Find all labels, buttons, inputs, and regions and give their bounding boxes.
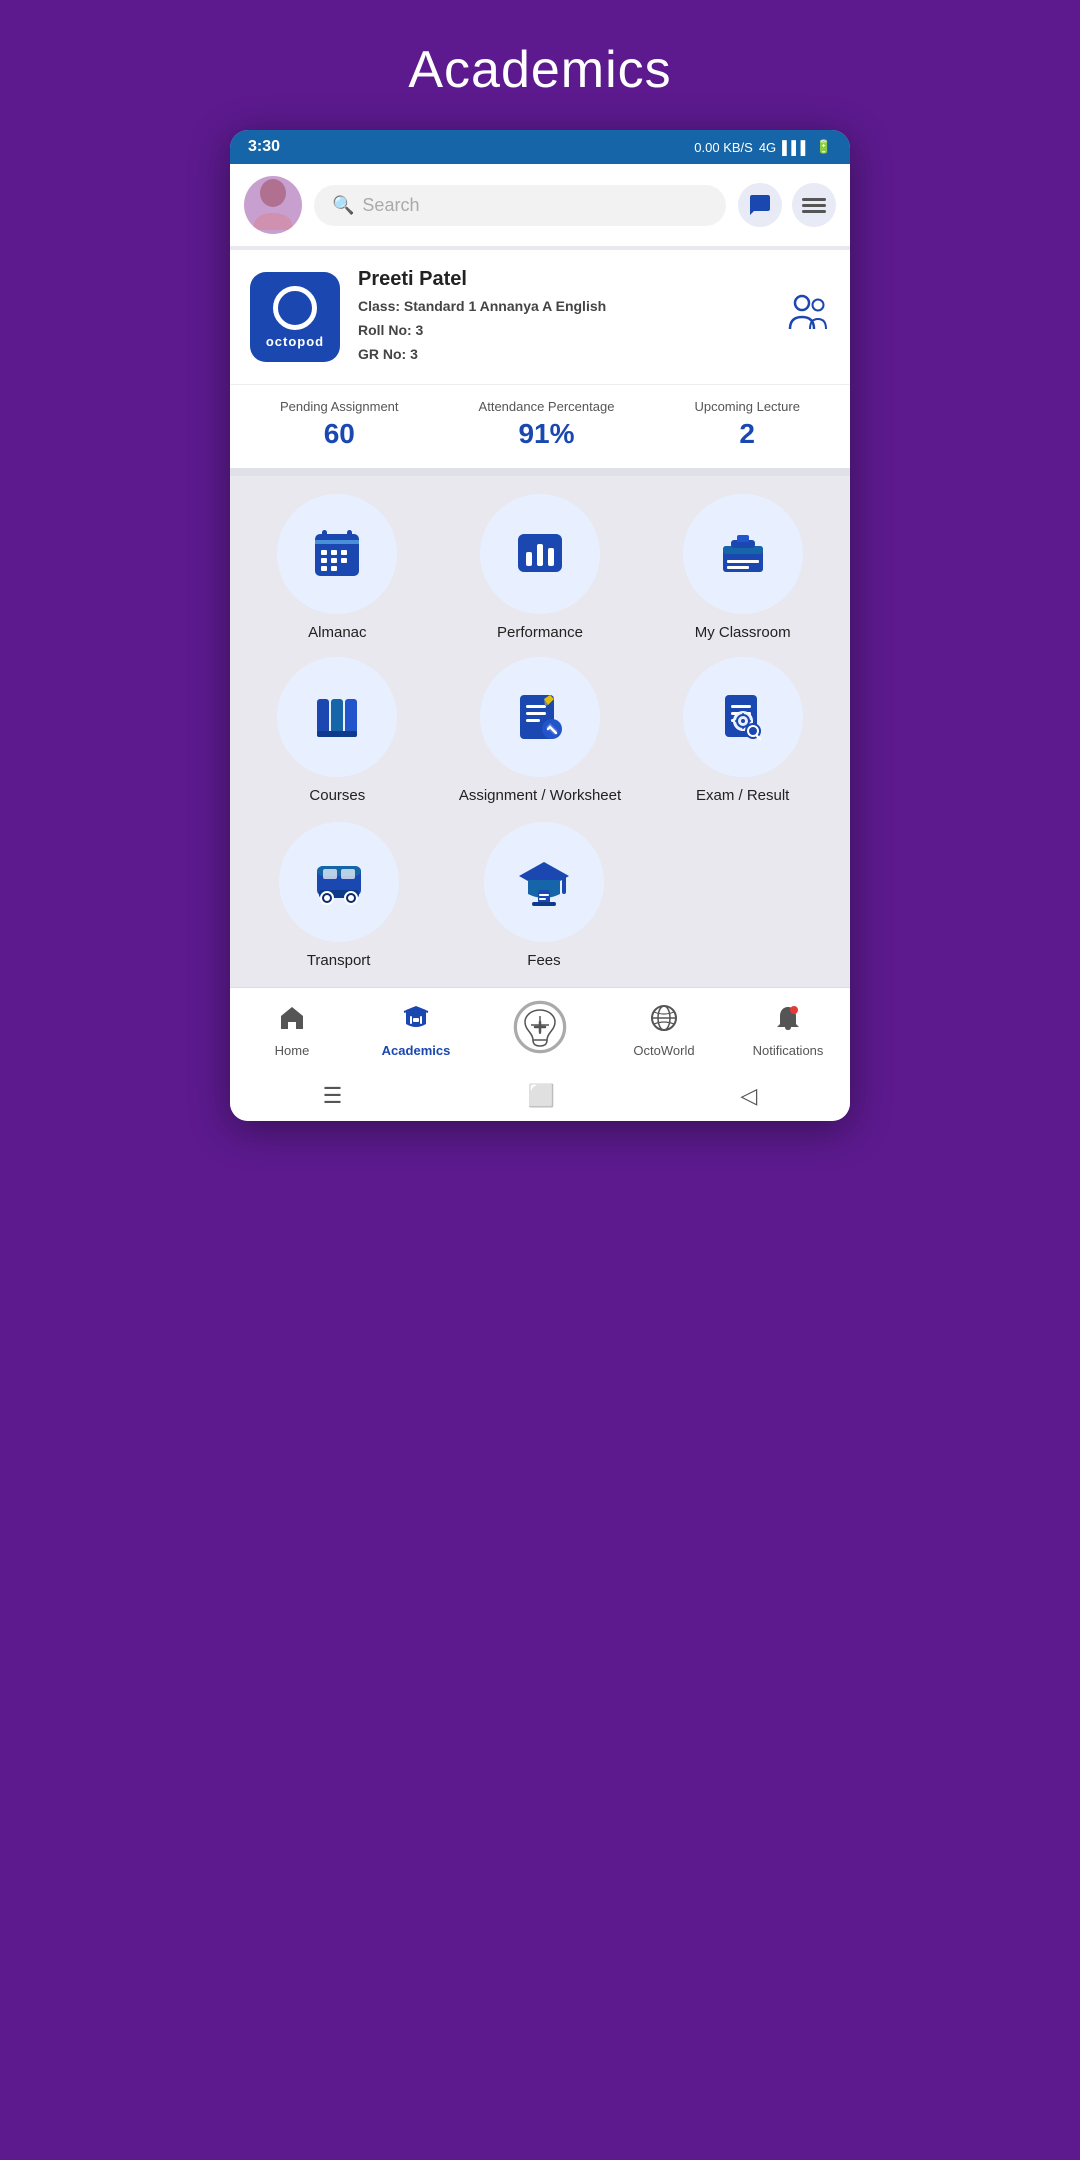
- stats-row: Pending Assignment 60 Attendance Percent…: [230, 384, 850, 468]
- nav-notifications-label: Notifications: [753, 1043, 824, 1058]
- profile-class: Class: Standard 1 Annanya A English: [358, 295, 768, 319]
- almanac-icon-circle: [277, 494, 397, 614]
- profile-info: Preeti Patel Class: Standard 1 Annanya A…: [358, 268, 768, 366]
- profile-roll: Roll No: 3: [358, 319, 768, 343]
- status-right: 0.00 KB/S 4G ▌▌▌ 🔋: [694, 139, 832, 155]
- profile-section: octopod Preeti Patel Class: Standard 1 A…: [230, 250, 850, 384]
- stat-pending-value: 60: [280, 418, 399, 450]
- gr-label: GR No:: [358, 346, 406, 362]
- almanac-label: Almanac: [308, 624, 366, 641]
- courses-icon-circle: [277, 657, 397, 777]
- octopod-circle-icon: [273, 286, 317, 330]
- octopod-label: octopod: [266, 334, 324, 349]
- battery-icon: 🔋: [816, 139, 832, 155]
- academics-icon: [402, 1004, 430, 1039]
- status-speed: 0.00 KB/S: [694, 140, 753, 155]
- stat-pending-label: Pending Assignment: [280, 399, 399, 414]
- performance-icon-circle: [480, 494, 600, 614]
- grid-item-almanac[interactable]: Almanac: [244, 494, 431, 641]
- class-label: Class:: [358, 298, 400, 314]
- assignment-icon-circle: [480, 657, 600, 777]
- status-network: 4G: [759, 140, 776, 155]
- grid-item-performance[interactable]: Performance: [447, 494, 634, 641]
- roll-value: 3: [416, 322, 424, 338]
- grid-item-assignment-worksheet[interactable]: Assignment / Worksheet: [447, 657, 634, 804]
- stat-attendance-value: 91%: [479, 418, 615, 450]
- grid-item-my-classroom[interactable]: My Classroom: [649, 494, 836, 641]
- transport-label: Transport: [307, 952, 371, 969]
- search-icon: 🔍: [332, 195, 354, 216]
- roll-label: Roll No:: [358, 322, 412, 338]
- grid-item-transport[interactable]: Transport: [244, 822, 433, 969]
- home-nav-icon[interactable]: ⬜: [528, 1083, 555, 1109]
- fees-label: Fees: [527, 952, 560, 969]
- phone-frame: 3:30 0.00 KB/S 4G ▌▌▌ 🔋 🔍 Search: [230, 130, 850, 1121]
- class-value: Standard 1 Annanya A English: [404, 298, 606, 314]
- nav-item-octoworld[interactable]: OctoWorld: [624, 1004, 704, 1058]
- top-icons: [738, 183, 836, 227]
- avatar[interactable]: [244, 176, 302, 234]
- fees-icon-circle: [484, 822, 604, 942]
- grid-item-exam-result[interactable]: Exam / Result: [649, 657, 836, 804]
- bottom-grid: Transport Fees: [230, 822, 850, 987]
- octoworld-plus-icon: [513, 1000, 567, 1061]
- grid-section: Almanac Performance: [230, 476, 850, 822]
- exam-result-icon-circle: [683, 657, 803, 777]
- menu-icon-button[interactable]: [792, 183, 836, 227]
- stat-upcoming-lecture: Upcoming Lecture 2: [694, 399, 800, 450]
- signal-icon: ▌▌▌: [782, 140, 810, 155]
- bottom-nav: Home Academics: [230, 987, 850, 1071]
- nav-academics-label: Academics: [382, 1043, 451, 1058]
- exam-result-label: Exam / Result: [696, 787, 789, 804]
- nav-octoworld-label: OctoWorld: [633, 1043, 694, 1058]
- status-bar: 3:30 0.00 KB/S 4G ▌▌▌ 🔋: [230, 130, 850, 164]
- divider: [230, 468, 850, 476]
- back-nav-icon[interactable]: ◁: [740, 1083, 757, 1109]
- grid-item-courses[interactable]: Courses: [244, 657, 431, 804]
- nav-item-academics[interactable]: Academics: [376, 1004, 456, 1058]
- grid-item-fees[interactable]: Fees: [449, 822, 638, 969]
- main-grid: Almanac Performance: [244, 494, 836, 804]
- nav-item-octoworld-plus[interactable]: [500, 1000, 580, 1061]
- my-classroom-label: My Classroom: [695, 624, 791, 641]
- status-time: 3:30: [248, 138, 280, 156]
- chat-icon-button[interactable]: [738, 183, 782, 227]
- nav-item-notifications[interactable]: Notifications: [748, 1004, 828, 1058]
- assignment-worksheet-label: Assignment / Worksheet: [459, 787, 621, 804]
- stat-lecture-label: Upcoming Lecture: [694, 399, 800, 414]
- gr-value: 3: [410, 346, 418, 362]
- profile-gr: GR No: 3: [358, 343, 768, 367]
- profile-name: Preeti Patel: [358, 268, 768, 291]
- notifications-icon: [774, 1004, 802, 1039]
- search-bar[interactable]: 🔍 Search: [314, 185, 726, 226]
- stat-attendance-label: Attendance Percentage: [479, 399, 615, 414]
- page-title: Academics: [408, 40, 671, 100]
- hamburger-nav-icon[interactable]: ☰: [323, 1083, 343, 1109]
- system-nav-bar: ☰ ⬜ ◁: [230, 1071, 850, 1121]
- nav-item-home[interactable]: Home: [252, 1004, 332, 1058]
- courses-label: Courses: [309, 787, 365, 804]
- search-placeholder: Search: [362, 195, 419, 216]
- stat-lecture-value: 2: [694, 418, 800, 450]
- nav-home-label: Home: [275, 1043, 310, 1058]
- transport-icon-circle: [279, 822, 399, 942]
- my-classroom-icon-circle: [683, 494, 803, 614]
- performance-label: Performance: [497, 624, 583, 641]
- family-icon: [786, 291, 830, 344]
- stat-pending-assignment: Pending Assignment 60: [280, 399, 399, 450]
- home-icon: [278, 1004, 306, 1039]
- top-bar: 🔍 Search: [230, 164, 850, 246]
- stat-attendance: Attendance Percentage 91%: [479, 399, 615, 450]
- octopod-logo: octopod: [250, 272, 340, 362]
- octoworld-icon: [650, 1004, 678, 1039]
